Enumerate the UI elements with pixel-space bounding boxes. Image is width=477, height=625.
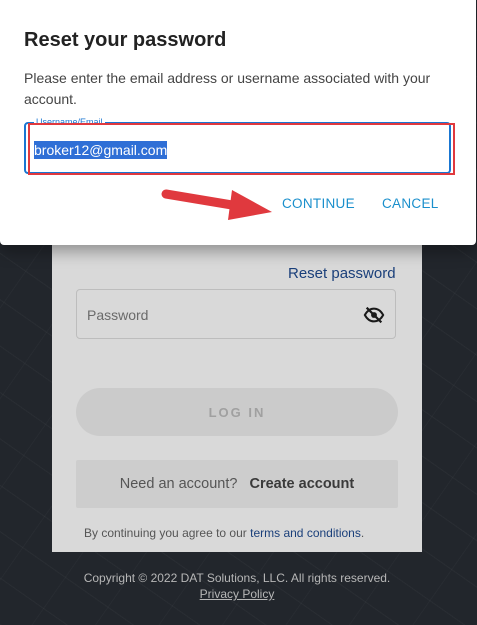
cancel-button[interactable]: CANCEL bbox=[382, 196, 439, 211]
dialog-title: Reset your password bbox=[24, 29, 227, 51]
continue-button[interactable]: CONTINUE bbox=[282, 196, 355, 211]
annotation-highlight-box bbox=[28, 123, 455, 175]
dialog-message: Please enter the email address or userna… bbox=[24, 70, 431, 107]
arrow-right-icon bbox=[161, 189, 272, 220]
reset-password-dialog: Reset your password Please enter the ema… bbox=[0, 0, 476, 245]
